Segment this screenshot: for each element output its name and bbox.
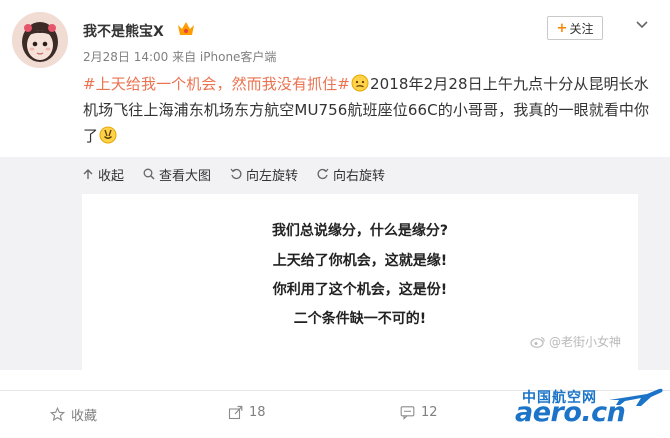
rotate-right-button[interactable]: 向右旋转	[317, 165, 385, 184]
rotate-left-label: 向左旋转	[246, 168, 299, 184]
site-logo-en: aero.cn	[515, 397, 626, 428]
magnifier-icon	[143, 168, 155, 180]
rotate-right-icon	[317, 168, 329, 180]
image-text-line-2: 上天给了你机会，这就是缘!	[272, 253, 448, 269]
weibo-post: 我不是熊宝X 2月28日 14:00 来自 iPhone客户端 + 关注 #上天…	[0, 0, 670, 437]
comment-count: 12	[421, 405, 438, 420]
follow-label: 关注	[569, 21, 594, 36]
watermark-text: @老街小女神	[549, 335, 622, 349]
media-expanded-panel: 收起 查看大图 向左旋转 向右旋转 我们总说缘分，什么是缘分? 上天给了你机会，…	[0, 157, 670, 370]
view-large-button[interactable]: 查看大图	[143, 165, 211, 184]
comment-button[interactable]: 12	[400, 405, 438, 420]
username[interactable]: 我不是熊宝X	[83, 21, 164, 41]
peace-hand-emoji-icon	[99, 126, 117, 144]
share-icon	[228, 405, 243, 420]
vip-crown-icon	[176, 20, 196, 38]
weibo-logo-icon	[530, 336, 545, 348]
rotate-left-icon	[230, 168, 242, 180]
plus-icon: +	[556, 20, 568, 36]
rotate-left-button[interactable]: 向左旋转	[230, 165, 298, 184]
favorite-button[interactable]: 收藏	[50, 405, 97, 424]
image-text-line-1: 我们总说缘分，什么是缘分?	[271, 223, 449, 239]
avatar[interactable]	[12, 12, 68, 68]
comment-icon	[400, 406, 415, 420]
collapse-arrow-icon	[83, 169, 93, 179]
post-text: #上天给我一个机会，然而我没有抓住# 2018年2月28日上午九点十分从昆明长水机…	[83, 71, 661, 149]
repost-count: 18	[249, 405, 266, 420]
avatar-image	[12, 12, 68, 68]
follow-button[interactable]: + 关注	[547, 16, 603, 40]
confused-face-emoji-icon	[351, 74, 369, 92]
star-icon	[50, 407, 65, 422]
topic-link[interactable]: #上天给我一个机会，然而我没有抓住#	[83, 75, 350, 93]
view-large-label: 查看大图	[159, 168, 212, 184]
rotate-right-label: 向右旋转	[333, 168, 386, 184]
image-text-line-3: 你利用了这个机会，这是份!	[272, 282, 448, 298]
post-image[interactable]: 我们总说缘分，什么是缘分? 上天给了你机会，这就是缘! 你利用了这个机会，这是份…	[82, 194, 638, 370]
repost-button[interactable]: 18	[228, 405, 266, 420]
site-logo: 中国航空网 aero.cn	[510, 384, 670, 437]
favorite-label: 收藏	[71, 409, 98, 424]
media-toolbar: 收起 查看大图 向左旋转 向右旋转	[82, 157, 404, 191]
chevron-down-icon[interactable]	[635, 18, 649, 32]
image-text-line-4: 二个条件缺一不可的!	[293, 311, 427, 327]
post-meta: 2月28日 14:00 来自 iPhone客户端	[83, 50, 277, 64]
image-watermark: @老街小女神	[530, 333, 621, 350]
collapse-button[interactable]: 收起	[82, 165, 124, 184]
collapse-label: 收起	[98, 168, 125, 184]
